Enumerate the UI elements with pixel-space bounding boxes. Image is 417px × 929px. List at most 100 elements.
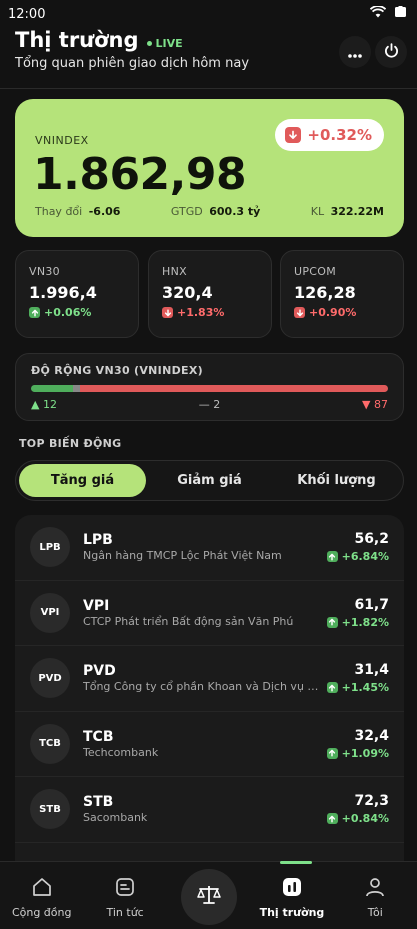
stock-name: Techcombank (83, 745, 159, 759)
top-movers-title: TOP BIẾN ĐỘNG (19, 437, 122, 450)
index-change: +1.83% (162, 306, 258, 319)
stock-change: +0.84% (326, 812, 389, 825)
market-breadth-card: ĐỘ RỘNG VN30 (VNINDEX) ▲ 12 — 2 ▼ 87 (15, 353, 404, 421)
arrow-down-icon (285, 127, 302, 143)
unchanged-prefix: — (198, 398, 210, 411)
index-value: 126,28 (294, 283, 356, 302)
stock-name: Tổng Công ty cổ phần Khoan và Dịch vụ Kh… (83, 680, 319, 694)
index-label: HNX (162, 265, 187, 278)
stat-change-label: Thay đổi (35, 205, 83, 218)
vnindex-label: VNINDEX (35, 134, 89, 147)
top-movers-tabs: Tăng giá Giảm giá Khối lượng (15, 460, 404, 501)
stock-row-lpb[interactable]: LPB LPB Ngân hàng TMCP Lộc Phát Việt Nam … (15, 515, 404, 581)
nav-label: Tin tức (106, 906, 144, 919)
stock-row-tcb[interactable]: TCB TCB Techcombank 32,4 +1.09% (15, 712, 404, 777)
vnindex-value: 1.862,98 (33, 149, 247, 200)
arrow-up-icon (326, 813, 338, 825)
stock-change-value: +1.45% (341, 681, 389, 695)
nav-tin-tuc[interactable]: Tin tức (83, 862, 166, 929)
index-card-vn30[interactable]: VN30 1.996,4 +0.06% (15, 250, 139, 338)
index-value: 1.996,4 (29, 283, 97, 302)
index-value: 320,4 (162, 283, 213, 302)
advancers-value: 12 (42, 398, 57, 411)
battery-icon (393, 6, 409, 22)
stock-change-value: +1.09% (341, 746, 389, 760)
stock-change: +1.45% (326, 681, 389, 695)
stat-kl: KL 322.22M (311, 205, 384, 218)
stock-price: 56,2 (354, 531, 389, 548)
stock-symbol: LPB (83, 532, 113, 549)
stat-gtgd: GTGD 600.3 tỷ (171, 205, 260, 218)
stock-row-stb[interactable]: STB STB Sacombank 72,3 +0.84% (15, 777, 404, 843)
decliners-value: 87 (374, 398, 388, 411)
news-icon (114, 876, 136, 901)
stock-symbol: PVD (83, 663, 116, 680)
more-button[interactable] (339, 36, 371, 68)
stock-name: Sacombank (83, 811, 148, 825)
breadth-bar (31, 385, 388, 392)
header-divider (0, 88, 417, 89)
nav-toi[interactable]: Tôi (334, 862, 417, 929)
index-card-hnx[interactable]: HNX 320,4 +1.83% (148, 250, 272, 338)
live-dot-icon (146, 40, 152, 46)
stock-logo: PVD (30, 658, 70, 699)
stock-logo: VPI (30, 592, 70, 633)
bottom-nav: Cộng đồng Tin tức Thị trường Tôi (0, 861, 417, 929)
header: Thị trường LIVE Tổng quan phiên giao dịc… (15, 28, 407, 84)
stock-change: +1.09% (326, 746, 389, 760)
home-icon (31, 876, 53, 901)
tab-tang-gia[interactable]: Tăng giá (19, 464, 146, 497)
unchanged-value: 2 (213, 398, 221, 411)
vnindex-stats: Thay đổi -6.06 GTGD 600.3 tỷ KL 322.22M (35, 205, 384, 218)
stat-kl-value: 322.22M (330, 205, 384, 218)
stock-row-pvd[interactable]: PVD PVD Tổng Công ty cổ phần Khoan và Dịc… (15, 646, 404, 712)
breadth-bar-unchanged (73, 385, 81, 392)
index-card-upcom[interactable]: UPCOM 126,28 +0.90% (280, 250, 404, 338)
stat-change-value: -6.06 (88, 205, 121, 218)
tab-khoi-luong[interactable]: Khối lượng (273, 464, 400, 497)
index-change-value: +0.06% (44, 306, 92, 319)
nav-label: Thị trường (259, 906, 325, 919)
nav-cong-dong[interactable]: Cộng đồng (0, 862, 83, 929)
index-change-value: +1.83% (177, 306, 225, 319)
breadth-bar-decliners (80, 385, 388, 392)
stock-name: CTCP Phát triển Bất động sản Văn Phú (83, 614, 294, 628)
stock-change-value: +1.82% (341, 615, 389, 629)
arrow-down-icon (162, 307, 173, 318)
stock-row-vpi[interactable]: VPI VPI CTCP Phát triển Bất động sản Văn … (15, 581, 404, 646)
user-icon (364, 876, 386, 901)
decliners-count: ▼ 87 (362, 398, 388, 411)
page-title: Thị trường (15, 28, 139, 52)
nav-label: Tôi (367, 906, 383, 919)
stock-logo: TCB (30, 723, 70, 764)
stock-change: +6.84% (326, 550, 389, 564)
arrow-up-icon (326, 747, 338, 759)
status-time: 12:00 (8, 6, 46, 22)
scale-icon (196, 884, 222, 910)
stock-logo: LPB (30, 527, 70, 568)
arrow-up-icon (326, 682, 338, 694)
index-label: VN30 (29, 265, 60, 278)
center-action-button[interactable] (180, 868, 237, 925)
more-dots-icon (348, 43, 362, 62)
vnindex-change-badge: +0.32% (275, 119, 384, 151)
stock-name: Ngân hàng TMCP Lộc Phát Việt Nam (83, 549, 282, 563)
power-button[interactable] (375, 36, 407, 68)
breadth-title: ĐỘ RỘNG VN30 (VNINDEX) (31, 364, 203, 377)
tab-giam-gia[interactable]: Giảm giá (146, 464, 273, 497)
vnindex-card[interactable]: VNINDEX 1.862,98 +0.32% Thay đổi -6.06 G… (15, 99, 404, 237)
unchanged-count: — 2 (199, 398, 221, 411)
advancers-count: ▲ 12 (31, 398, 57, 411)
stat-gtgd-value: 600.3 tỷ (209, 205, 261, 218)
live-indicator: LIVE (146, 37, 183, 50)
stock-price: 32,4 (354, 727, 389, 744)
stock-change-value: +6.84% (341, 550, 389, 564)
nav-thi-truong[interactable]: Thị trường (250, 862, 333, 929)
index-label: UPCOM (294, 265, 337, 278)
stock-price: 31,4 (354, 662, 389, 679)
wifi-icon (369, 5, 387, 22)
index-change-value: +0.90% (309, 306, 357, 319)
power-icon (384, 42, 399, 62)
arrow-up-icon (326, 616, 338, 628)
arrow-down-icon (294, 307, 305, 318)
